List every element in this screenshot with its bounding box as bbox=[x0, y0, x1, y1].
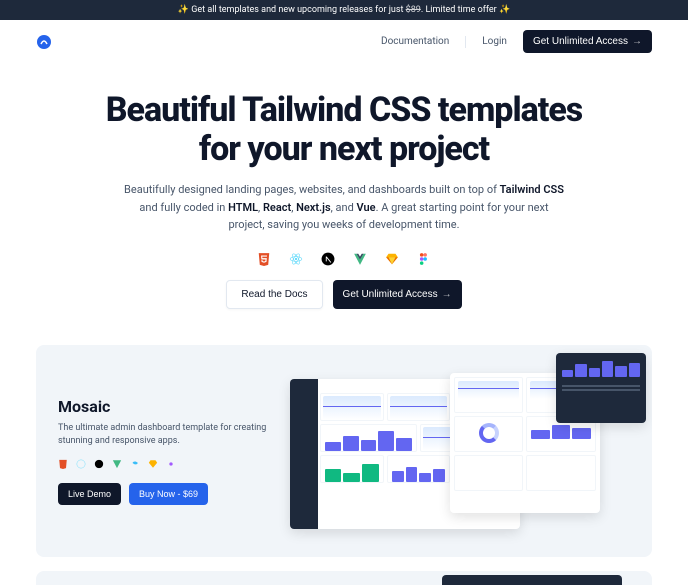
product-preview bbox=[290, 361, 636, 541]
banner-text-prefix: ✨ Get all templates and new upcoming rel… bbox=[178, 5, 406, 15]
get-access-hero-label: Get Unlimited Access bbox=[343, 289, 438, 300]
vue-icon bbox=[353, 252, 367, 266]
product-description: The ultimate admin dashboard template fo… bbox=[58, 422, 274, 449]
next-product-peek bbox=[36, 571, 652, 585]
top-nav: Documentation Login Get Unlimited Access… bbox=[0, 20, 688, 63]
product-info: Mosaic The ultimate admin dashboard temp… bbox=[52, 397, 274, 505]
live-demo-button[interactable]: Live Demo bbox=[58, 483, 121, 505]
figma-icon bbox=[417, 252, 431, 266]
arrow-right-icon: → bbox=[442, 289, 452, 300]
nextjs-icon bbox=[321, 252, 335, 266]
read-docs-button[interactable]: Read the Docs bbox=[226, 280, 322, 309]
hero-title-line1: Beautiful Tailwind CSS templates bbox=[106, 90, 583, 130]
nav-right: Documentation Login Get Unlimited Access… bbox=[381, 30, 652, 53]
arrow-right-icon: → bbox=[632, 36, 642, 47]
promo-banner[interactable]: ✨ Get all templates and new upcoming rel… bbox=[0, 0, 688, 20]
buy-now-button[interactable]: Buy Now - $69 bbox=[129, 483, 208, 505]
hero-subtitle: Beautifully designed landing pages, webs… bbox=[124, 181, 564, 234]
get-access-button[interactable]: Get Unlimited Access → bbox=[523, 30, 652, 53]
html5-icon bbox=[257, 252, 271, 266]
logo-icon bbox=[36, 34, 52, 50]
nextjs-icon bbox=[94, 459, 104, 469]
banner-price-strike: $89 bbox=[406, 5, 421, 15]
vue-keyword: Vue bbox=[357, 201, 376, 214]
figma-icon bbox=[166, 459, 176, 469]
sketch-icon bbox=[148, 459, 158, 469]
product-tech-icons bbox=[58, 459, 274, 469]
login-link[interactable]: Login bbox=[482, 36, 507, 47]
banner-text-suffix: . Limited time offer ✨ bbox=[421, 5, 510, 15]
dashboard-mockup-dark bbox=[556, 353, 646, 423]
product-card-mosaic: Mosaic The ultimate admin dashboard temp… bbox=[36, 345, 652, 557]
tailwind-icon bbox=[130, 459, 140, 469]
html5-icon bbox=[58, 459, 68, 469]
cta-row: Read the Docs Get Unlimited Access → bbox=[40, 280, 648, 309]
mockup-sidebar bbox=[290, 379, 318, 529]
react-keyword: React bbox=[263, 201, 291, 214]
brand-logo[interactable] bbox=[36, 34, 52, 50]
hero-title-line2: for your next project bbox=[199, 129, 489, 169]
nav-divider bbox=[465, 36, 466, 48]
next-keyword: Next.js bbox=[296, 201, 331, 214]
tailwind-keyword: Tailwind CSS bbox=[500, 183, 564, 196]
get-access-label: Get Unlimited Access bbox=[533, 36, 628, 47]
hero-section: Beautiful Tailwind CSS templates for you… bbox=[0, 63, 688, 345]
next-product-preview bbox=[442, 575, 622, 585]
vue-icon bbox=[112, 459, 122, 469]
hero-title: Beautiful Tailwind CSS templates for you… bbox=[40, 91, 648, 169]
react-icon bbox=[289, 252, 303, 266]
tech-icons-row bbox=[40, 252, 648, 266]
sketch-icon bbox=[385, 252, 399, 266]
product-buttons: Live Demo Buy Now - $69 bbox=[58, 483, 274, 505]
documentation-link[interactable]: Documentation bbox=[381, 36, 449, 47]
html-keyword: HTML bbox=[228, 201, 258, 214]
get-access-button-hero[interactable]: Get Unlimited Access → bbox=[333, 280, 462, 309]
react-icon bbox=[76, 459, 86, 469]
product-title: Mosaic bbox=[58, 397, 274, 416]
